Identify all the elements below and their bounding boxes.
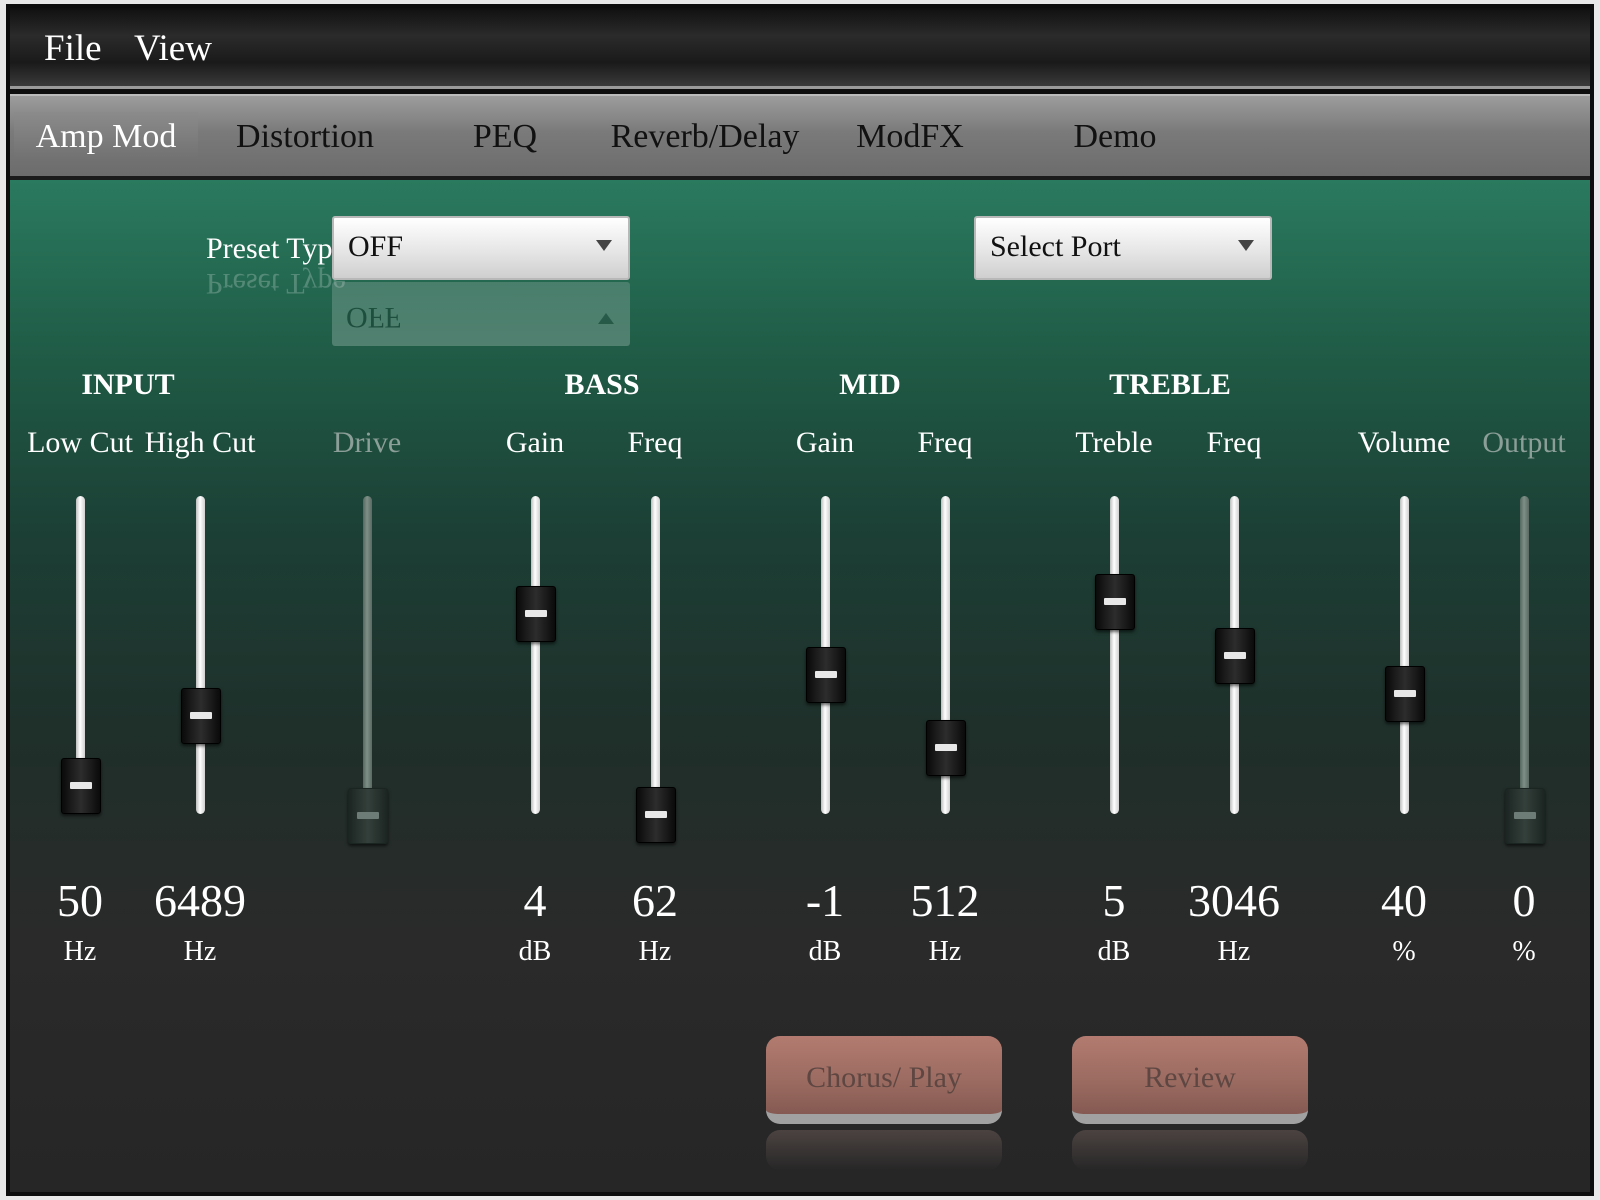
slider-treble[interactable] — [1089, 496, 1139, 834]
slider-value-mid-gain: -1 — [805, 875, 845, 926]
slider-unit-mid-gain: dB — [808, 936, 842, 967]
slider-bass-freq[interactable] — [630, 496, 680, 843]
group-treble-heading: TREBLE — [1109, 368, 1231, 401]
slider-thumb-high-cut[interactable] — [181, 688, 221, 745]
slider-thumb-mid-gain[interactable] — [806, 646, 846, 703]
slider-track[interactable] — [651, 496, 660, 814]
slider-label-treble-freq: Freq — [1206, 426, 1262, 459]
slider-track[interactable] — [1400, 496, 1409, 814]
preset-type-label: Preset Type — [206, 232, 346, 265]
port-select-value: Select Port — [990, 230, 1121, 263]
slider-value-low-cut: 50 — [57, 875, 103, 926]
slider-label-output: Output — [1482, 426, 1566, 459]
slider-volume[interactable] — [1379, 496, 1429, 834]
slider-output — [1499, 496, 1549, 844]
tab-distortion[interactable]: Distortion — [210, 112, 400, 162]
slider-label-low-cut: Low Cut — [27, 426, 133, 459]
app-window: File View Amp Mod Distortion PEQ Reverb/… — [6, 4, 1594, 1196]
slider-low-cut[interactable] — [55, 496, 105, 834]
slider-label-bass-gain: Gain — [505, 426, 565, 459]
slider-value-mid-freq: 512 — [910, 875, 980, 926]
slider-unit-bass-gain: dB — [518, 936, 552, 967]
slider-track — [363, 496, 372, 814]
slider-thumb-low-cut[interactable] — [61, 758, 101, 815]
slider-thumb-bass-gain[interactable] — [516, 586, 556, 643]
review-button[interactable]: Review — [1072, 1036, 1308, 1124]
slider-thumb-treble-freq[interactable] — [1215, 627, 1255, 684]
slider-value-high-cut: 6489 — [154, 875, 246, 926]
group-input-heading: INPUT — [81, 368, 175, 401]
chorus-play-button-reflection — [766, 1130, 1002, 1170]
port-select[interactable]: Select Port — [974, 216, 1272, 280]
slider-unit-mid-freq: Hz — [928, 936, 962, 967]
slider-thumb-bass-freq[interactable] — [636, 786, 676, 843]
group-mid-heading: MID — [839, 368, 901, 401]
slider-unit-low-cut: Hz — [63, 936, 97, 967]
tab-peq[interactable]: PEQ — [440, 112, 570, 162]
slider-track[interactable] — [196, 496, 205, 814]
chevron-down-icon — [596, 240, 612, 251]
slider-value-treble-freq: 3046 — [1188, 875, 1280, 926]
menu-bar: File View — [10, 8, 1590, 89]
menu-view[interactable]: View — [134, 28, 212, 70]
slider-label-drive: Drive — [332, 426, 402, 459]
tab-bar: Amp Mod Distortion PEQ Reverb/Delay ModF… — [10, 94, 1590, 180]
slider-label-bass-freq: Freq — [627, 426, 683, 459]
amp-mod-panel: Preset Type Preset Type OFF OFF Select P… — [10, 180, 1590, 1192]
slider-value-volume: 40 — [1381, 875, 1427, 926]
slider-mid-gain[interactable] — [800, 496, 850, 834]
slider-track — [1520, 496, 1529, 814]
slider-unit-bass-freq: Hz — [638, 936, 672, 967]
tab-modfx[interactable]: ModFX — [830, 112, 990, 162]
slider-drive — [342, 496, 392, 844]
slider-value-bass-freq: 62 — [632, 875, 678, 926]
tab-demo[interactable]: Demo — [1040, 112, 1190, 162]
preset-type-value-reflection: OFF — [346, 301, 402, 334]
menu-file[interactable]: File — [44, 28, 102, 70]
slider-unit-treble: dB — [1097, 936, 1131, 967]
slider-value-output: 0 — [1512, 875, 1536, 926]
slider-label-treble: Treble — [1075, 426, 1153, 459]
chorus-play-button[interactable]: Chorus/ Play — [766, 1036, 1002, 1124]
preset-type-select-reflection: OFF — [332, 282, 630, 346]
slider-label-mid-freq: Freq — [917, 426, 973, 459]
slider-treble-freq[interactable] — [1209, 496, 1259, 834]
slider-track[interactable] — [531, 496, 540, 814]
chevron-down-icon — [598, 313, 614, 324]
slider-value-bass-gain: 4 — [523, 875, 547, 926]
slider-label-high-cut: High Cut — [144, 426, 256, 459]
slider-thumb-volume[interactable] — [1385, 665, 1425, 722]
preset-type-select[interactable]: OFF — [332, 216, 630, 280]
slider-unit-volume: % — [1392, 936, 1416, 967]
tab-amp-mod[interactable]: Amp Mod — [14, 112, 198, 162]
slider-track[interactable] — [1110, 496, 1119, 814]
chevron-down-icon — [1238, 240, 1254, 251]
tab-reverb-delay[interactable]: Reverb/Delay — [610, 112, 800, 162]
preset-type-value: OFF — [348, 230, 404, 263]
review-button-reflection — [1072, 1130, 1308, 1170]
slider-mid-freq[interactable] — [920, 496, 970, 834]
slider-thumb-output — [1505, 788, 1545, 844]
slider-high-cut[interactable] — [175, 496, 225, 834]
slider-unit-output: % — [1512, 936, 1536, 967]
slider-value-treble: 5 — [1102, 875, 1126, 926]
slider-bass-gain[interactable] — [510, 496, 560, 834]
preset-type-label-reflection: Preset Type — [206, 267, 346, 300]
slider-thumb-drive — [348, 788, 388, 844]
slider-label-volume: Volume — [1357, 426, 1451, 459]
slider-unit-high-cut: Hz — [183, 936, 217, 967]
slider-label-mid-gain: Gain — [795, 426, 855, 459]
slider-unit-treble-freq: Hz — [1217, 936, 1251, 967]
slider-thumb-treble[interactable] — [1095, 573, 1135, 630]
group-bass-heading: BASS — [564, 368, 640, 401]
slider-thumb-mid-freq[interactable] — [926, 719, 966, 776]
